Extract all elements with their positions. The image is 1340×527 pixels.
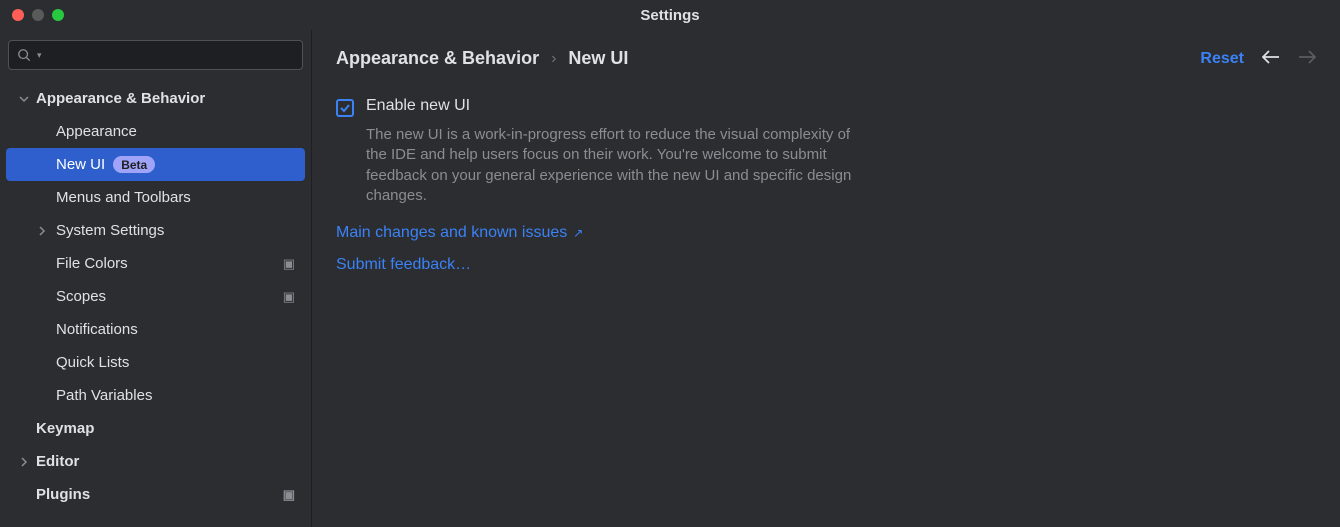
breadcrumb-current: New UI	[568, 48, 628, 69]
chevron-down-icon	[16, 94, 32, 104]
sidebar-item-appearance[interactable]: Appearance	[6, 115, 305, 148]
sidebar-item-menus-toolbars[interactable]: Menus and Toolbars	[6, 181, 305, 214]
chevron-right-icon	[16, 457, 32, 467]
sidebar-item-label: Path Variables	[56, 387, 152, 404]
sidebar-item-path-variables[interactable]: Path Variables	[6, 379, 305, 412]
breadcrumb: Appearance & Behavior › New UI	[336, 48, 628, 69]
sidebar-item-label: Plugins	[36, 486, 90, 503]
sidebar-item-label: New UI	[56, 156, 105, 173]
project-scope-icon: ▣	[283, 487, 295, 503]
sidebar-item-label: Appearance & Behavior	[36, 90, 205, 107]
sidebar-item-keymap[interactable]: Keymap	[6, 412, 305, 445]
submit-feedback-link[interactable]: Submit feedback…	[336, 256, 1316, 274]
search-icon	[17, 48, 31, 62]
setting-description: The new UI is a work-in-progress effort …	[366, 125, 866, 206]
titlebar: Settings	[0, 0, 1340, 30]
filter-dropdown-icon[interactable]: ▾	[37, 50, 42, 61]
sidebar-item-label: System Settings	[56, 222, 164, 239]
main-changes-link[interactable]: Main changes and known issues ↗	[336, 224, 1316, 242]
search-input[interactable]: ▾	[8, 40, 303, 70]
forward-button	[1298, 50, 1316, 68]
sidebar-item-new-ui[interactable]: New UI Beta	[6, 148, 305, 181]
minimize-window-icon[interactable]	[32, 9, 44, 21]
sidebar-item-label: Appearance	[56, 123, 137, 140]
beta-badge: Beta	[113, 156, 155, 173]
sidebar-item-editor[interactable]: Editor	[6, 445, 305, 478]
sidebar-item-label: Menus and Toolbars	[56, 189, 191, 206]
back-button[interactable]	[1262, 50, 1280, 68]
breadcrumb-separator-icon: ›	[551, 50, 556, 68]
enable-new-ui-label: Enable new UI	[366, 97, 470, 115]
sidebar-item-label: Editor	[36, 453, 79, 470]
sidebar-item-appearance-behavior[interactable]: Appearance & Behavior	[6, 82, 305, 115]
window-title: Settings	[640, 7, 699, 24]
sidebar-item-scopes[interactable]: Scopes ▣	[6, 280, 305, 313]
sidebar-item-label: Keymap	[36, 420, 94, 437]
sidebar-item-label: Scopes	[56, 288, 106, 305]
sidebar: ▾ Appearance & Behavior Appearance New U…	[0, 30, 312, 527]
chevron-right-icon	[34, 226, 50, 236]
reset-button[interactable]: Reset	[1200, 50, 1244, 68]
enable-new-ui-checkbox[interactable]	[336, 99, 354, 117]
traffic-lights	[0, 9, 64, 21]
sidebar-item-label: Notifications	[56, 321, 138, 338]
sidebar-item-label: File Colors	[56, 255, 128, 272]
zoom-window-icon[interactable]	[52, 9, 64, 21]
settings-tree: Appearance & Behavior Appearance New UI …	[6, 82, 305, 511]
sidebar-item-notifications[interactable]: Notifications	[6, 313, 305, 346]
project-scope-icon: ▣	[283, 256, 295, 272]
sidebar-item-plugins[interactable]: Plugins ▣	[6, 478, 305, 511]
breadcrumb-parent[interactable]: Appearance & Behavior	[336, 48, 539, 69]
sidebar-item-system-settings[interactable]: System Settings	[6, 214, 305, 247]
content-pane: Appearance & Behavior › New UI Reset Ena…	[312, 30, 1340, 527]
sidebar-item-quick-lists[interactable]: Quick Lists	[6, 346, 305, 379]
external-link-icon: ↗	[573, 226, 583, 240]
sidebar-item-file-colors[interactable]: File Colors ▣	[6, 247, 305, 280]
sidebar-item-label: Quick Lists	[56, 354, 129, 371]
close-window-icon[interactable]	[12, 9, 24, 21]
project-scope-icon: ▣	[283, 289, 295, 305]
